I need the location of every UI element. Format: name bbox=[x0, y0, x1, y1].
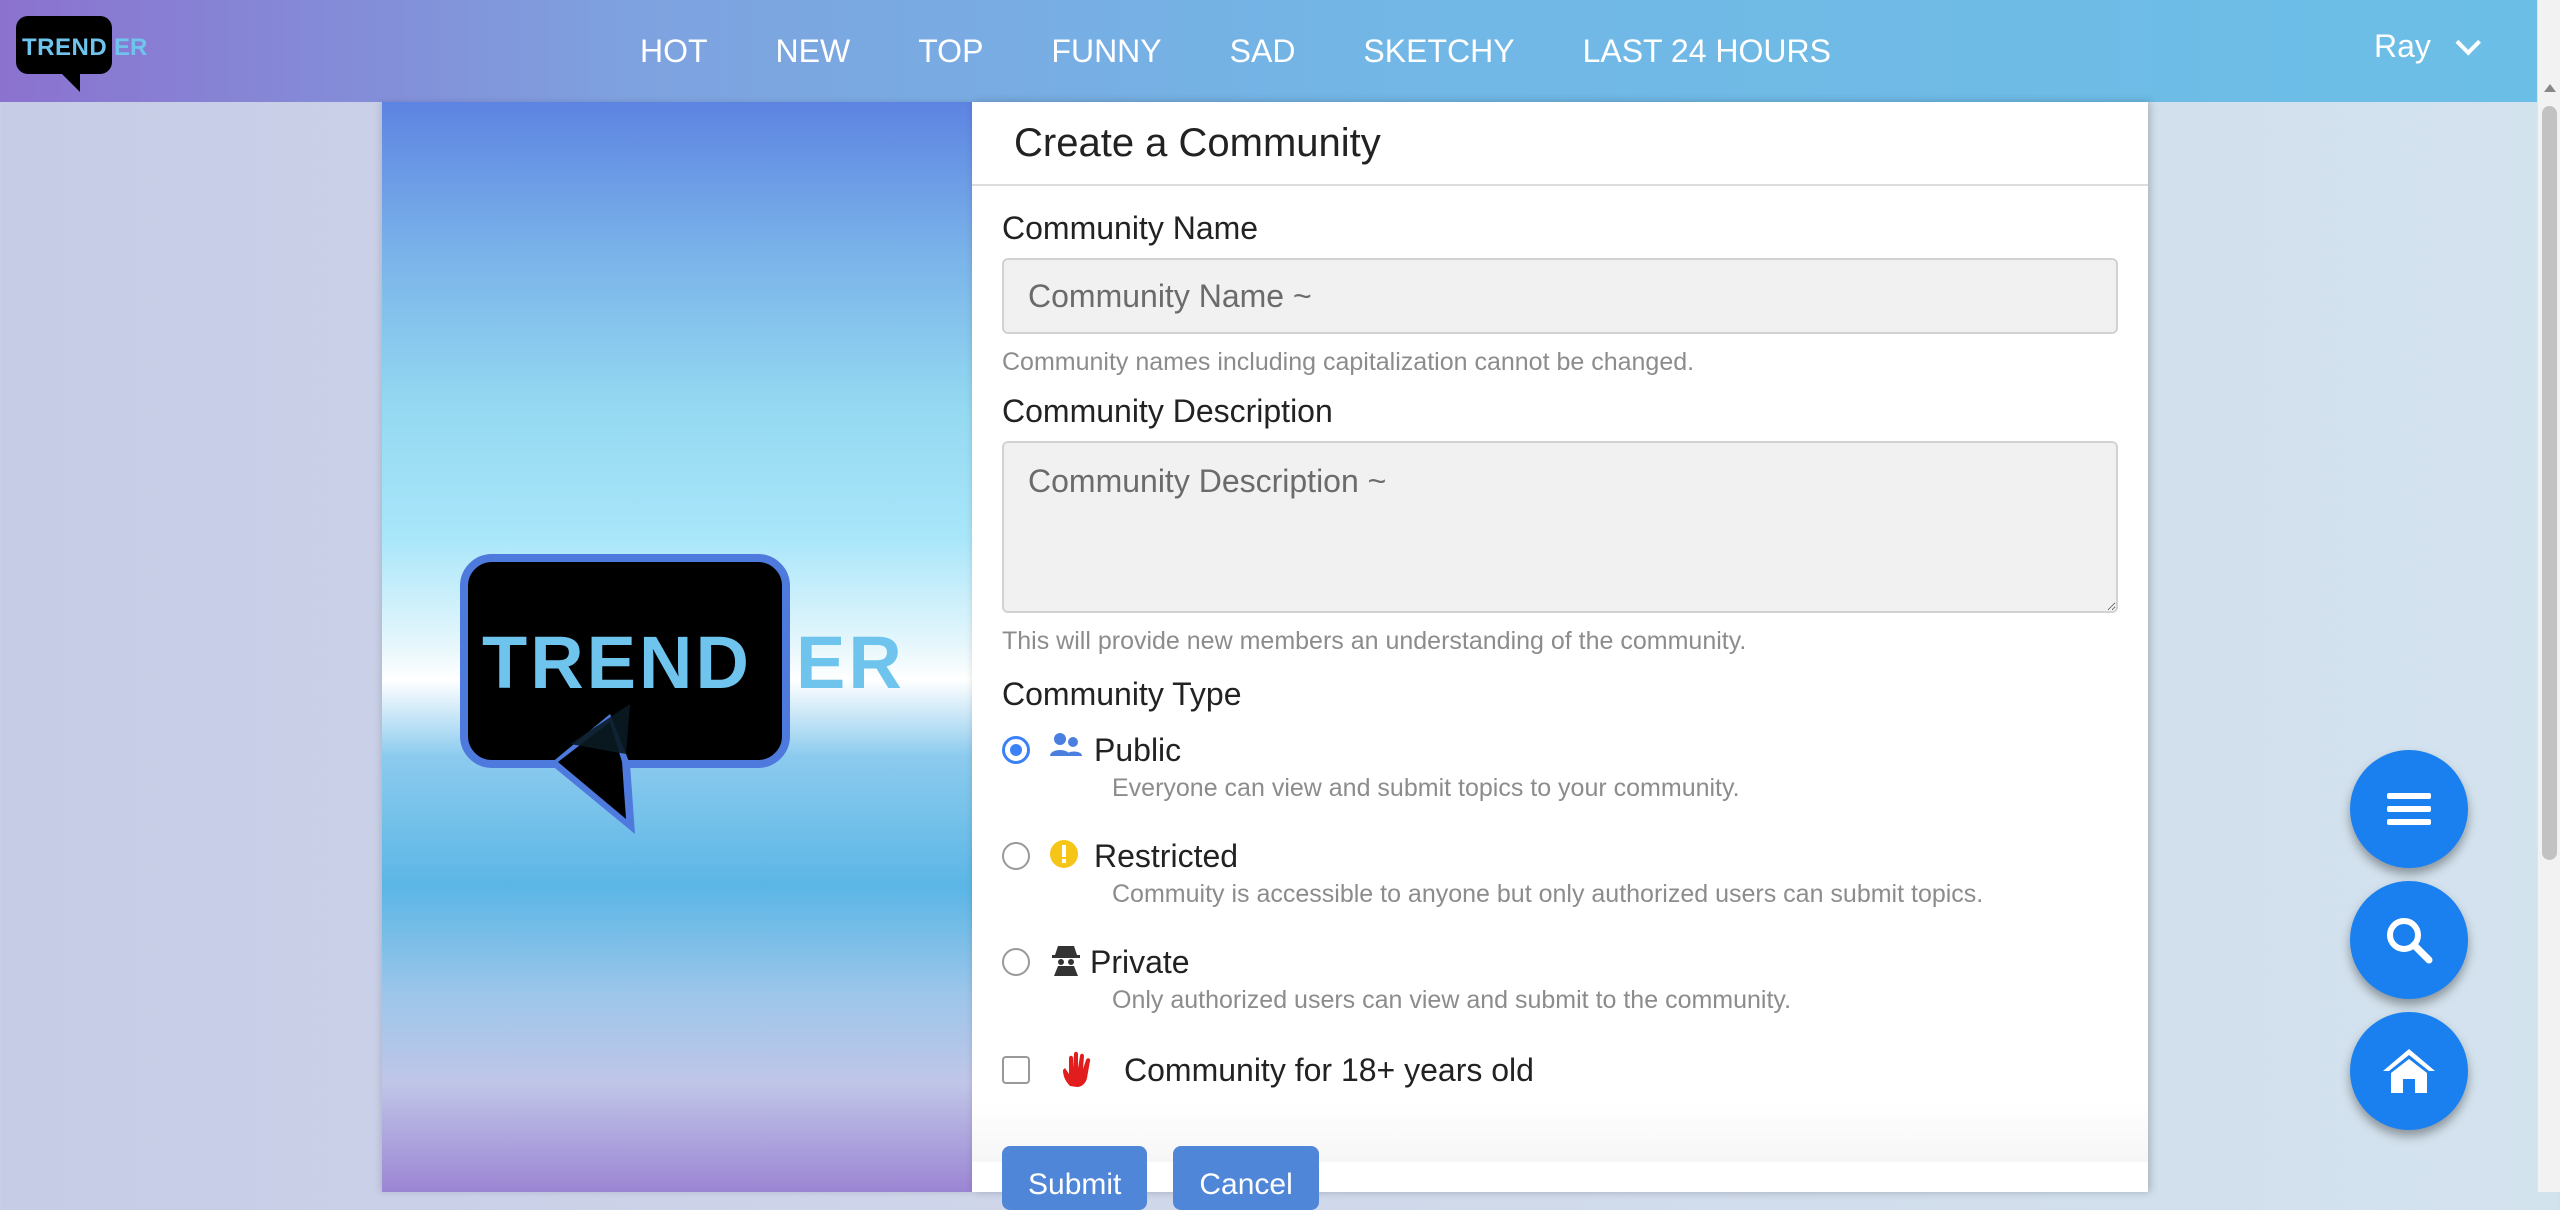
nav-link-hot[interactable]: HOT bbox=[640, 33, 708, 70]
page-scrollbar[interactable] bbox=[2537, 0, 2560, 1192]
nav-link-funny[interactable]: FUNNY bbox=[1051, 33, 1161, 70]
nav-link-last-24-hours[interactable]: LAST 24 HOURS bbox=[1583, 33, 1831, 70]
restricted-description: Commuity is accessible to anyone but onl… bbox=[1112, 880, 1984, 908]
submit-button[interactable]: Submit bbox=[1002, 1146, 1148, 1210]
users-icon bbox=[1050, 733, 1082, 756]
search-icon bbox=[2387, 918, 2433, 964]
top-navbar: TREND ER HOT NEW TOP FUNNY SAD SKETCHY L… bbox=[0, 0, 2537, 102]
community-description-label: Community Description bbox=[1002, 393, 1333, 429]
nav-link-top[interactable]: TOP bbox=[918, 33, 983, 70]
scroll-up-arrow-icon[interactable] bbox=[2544, 84, 2556, 92]
adult-community-option[interactable]: Community for 18+ years old bbox=[1002, 1032, 2118, 1102]
private-radio[interactable] bbox=[1002, 948, 1030, 976]
hero-logo-text-trend: TREND bbox=[482, 621, 752, 704]
community-description-help: This will provide new members an underst… bbox=[1002, 627, 1747, 655]
spy-icon bbox=[1052, 946, 1080, 976]
hero-panel: TREND ER bbox=[382, 102, 972, 1192]
type-option-public[interactable]: Public Everyone can view and submit topi… bbox=[1002, 714, 2118, 820]
brand-logo[interactable]: TREND ER bbox=[16, 16, 156, 92]
adult-community-label: Community for 18+ years old bbox=[1124, 1052, 1534, 1088]
type-option-restricted[interactable]: Restricted Commuity is accessible to any… bbox=[1002, 820, 2118, 926]
scrollbar-thumb[interactable] bbox=[2542, 106, 2557, 860]
public-description: Everyone can view and submit topics to y… bbox=[1112, 774, 1740, 802]
home-icon bbox=[2383, 1049, 2435, 1093]
public-radio[interactable] bbox=[1002, 736, 1030, 764]
menu-icon bbox=[2387, 793, 2431, 825]
card-header: Create a Community bbox=[972, 102, 2148, 186]
adult-community-checkbox[interactable] bbox=[1002, 1056, 1030, 1084]
community-name-help: Community names including capitalization… bbox=[1002, 348, 1695, 376]
user-menu[interactable]: Ray bbox=[2374, 28, 2481, 65]
type-option-private[interactable]: Private Only authorized users can view a… bbox=[1002, 926, 2118, 1032]
community-description-input[interactable] bbox=[1002, 441, 2118, 613]
logo-bubble-tail bbox=[58, 70, 80, 92]
create-community-card: Create a Community Community Name Commun… bbox=[972, 102, 2148, 1210]
nav-link-sad[interactable]: SAD bbox=[1230, 33, 1296, 70]
hero-logo: TREND ER bbox=[460, 554, 920, 854]
public-title: Public bbox=[1094, 732, 1182, 768]
nav-links: HOT NEW TOP FUNNY SAD SKETCHY LAST 24 HO… bbox=[640, 0, 1899, 102]
restricted-title: Restricted bbox=[1094, 838, 1239, 874]
raised-hand-icon bbox=[1063, 1051, 1091, 1087]
private-title: Private bbox=[1090, 944, 1190, 980]
logo-text-trend: TREND bbox=[22, 34, 108, 61]
warning-icon bbox=[1050, 840, 1078, 868]
community-type-label: Community Type bbox=[1002, 676, 1242, 712]
logo-text-er: ER bbox=[114, 34, 148, 61]
nav-link-sketchy[interactable]: SKETCHY bbox=[1363, 33, 1514, 70]
chevron-down-icon bbox=[2455, 29, 2481, 55]
community-name-label: Community Name bbox=[1002, 210, 1259, 246]
restricted-radio[interactable] bbox=[1002, 842, 1030, 870]
create-community-form: Community Name Community names including… bbox=[1002, 208, 2118, 1102]
search-fab-button[interactable] bbox=[2350, 881, 2468, 999]
page-title: Create a Community bbox=[1014, 120, 1381, 165]
hero-logo-text-er: ER bbox=[796, 621, 905, 704]
form-actions: Submit Cancel bbox=[1002, 1146, 1345, 1210]
menu-fab-button[interactable] bbox=[2350, 750, 2468, 868]
user-name: Ray bbox=[2374, 28, 2431, 64]
home-fab-button[interactable] bbox=[2350, 1012, 2468, 1130]
private-description: Only authorized users can view and submi… bbox=[1112, 986, 1792, 1014]
community-name-input[interactable] bbox=[1002, 258, 2118, 334]
cancel-button[interactable]: Cancel bbox=[1173, 1146, 1319, 1210]
nav-link-new[interactable]: NEW bbox=[776, 33, 851, 70]
